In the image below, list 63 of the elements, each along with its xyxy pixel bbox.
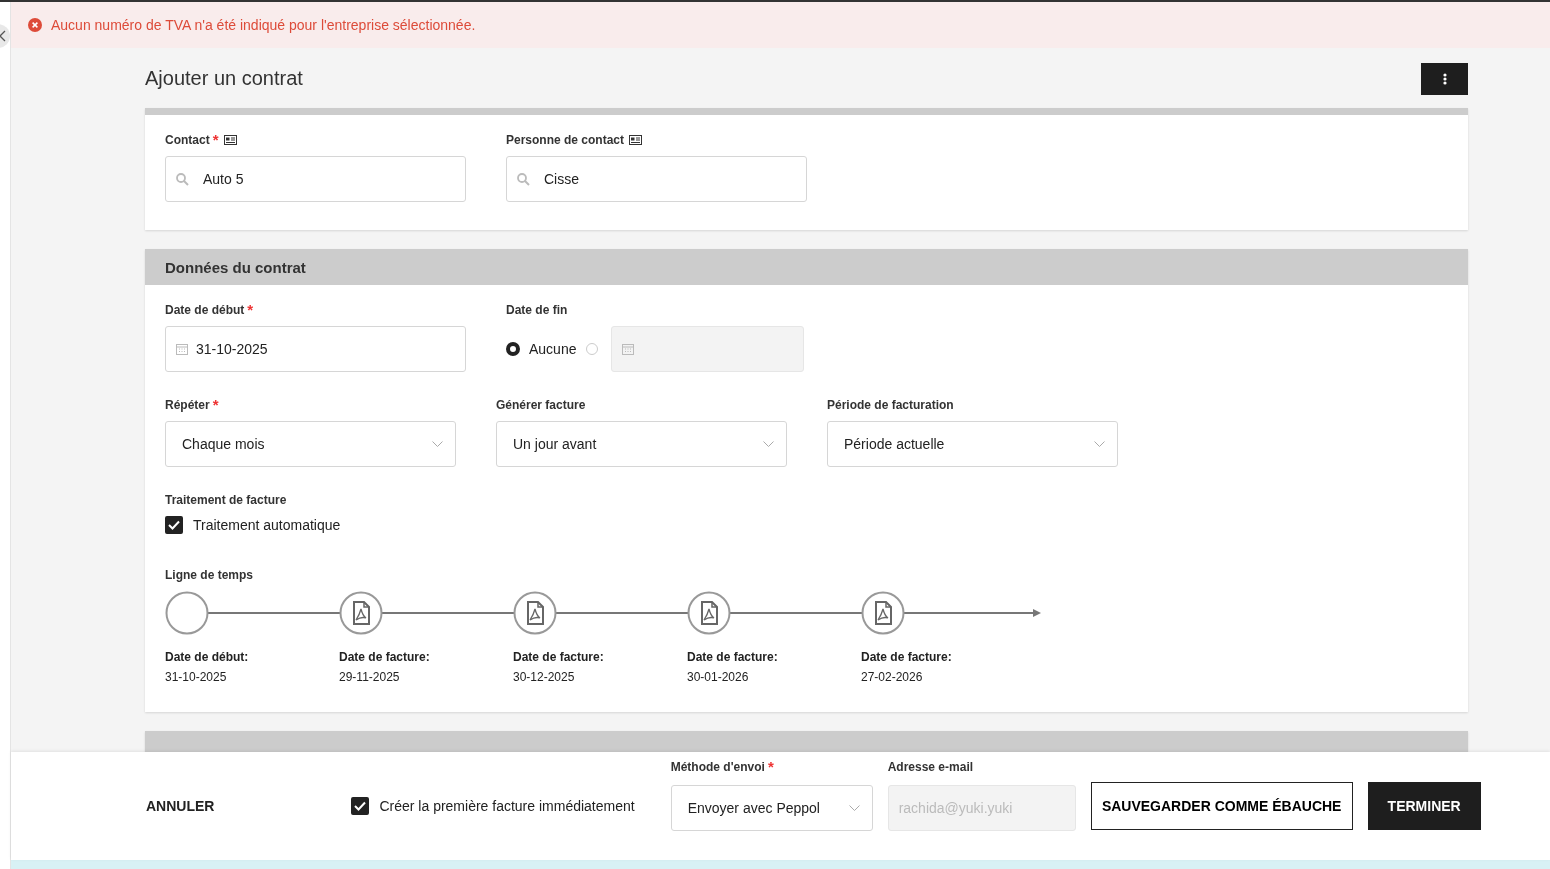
- pdf-document-icon: [339, 591, 383, 635]
- calendar-icon: [622, 343, 635, 355]
- checkbox-label: Traitement automatique: [193, 517, 341, 533]
- field-label: Répéter: [165, 398, 210, 412]
- required-mark: *: [247, 304, 254, 316]
- calendar-icon: [176, 343, 188, 355]
- more-button[interactable]: [1421, 63, 1468, 95]
- event-date: 29-11-2025: [339, 670, 401, 684]
- field-label: Période de facturation: [827, 398, 954, 412]
- timeline-node: [165, 591, 209, 635]
- event-date: 27-02-2026: [861, 670, 924, 684]
- event-label: Date de facture:: [513, 650, 605, 664]
- required-mark: *: [212, 399, 219, 411]
- checkbox[interactable]: [351, 797, 370, 815]
- error-icon: [28, 18, 42, 32]
- checkbox-label: Créer la première facture immédiatement: [379, 798, 635, 814]
- radio-button[interactable]: [506, 342, 520, 356]
- field-label: Ligne de temps: [165, 568, 253, 582]
- radio-label: Aucune: [529, 341, 577, 357]
- field-label: Date de début: [165, 303, 245, 317]
- required-mark: *: [212, 134, 219, 146]
- field-label: Adresse e-mail: [887, 759, 974, 774]
- field-label: Traitement de facture: [165, 493, 287, 507]
- field-label: Contact: [165, 133, 210, 147]
- chevron-down-icon: [848, 804, 860, 811]
- checkbox[interactable]: [165, 516, 183, 534]
- cancel-button[interactable]: ANNULER: [146, 798, 215, 814]
- section-header: Données du contrat: [145, 249, 1468, 285]
- event-label: Date de facture:: [687, 650, 779, 664]
- event-label: Date de facture:: [861, 650, 953, 664]
- field-label: Date de fin: [506, 303, 568, 317]
- save-draft-button[interactable]: SAUVEGARDER COMME ÉBAUCHE: [1090, 782, 1353, 830]
- pdf-document-icon: [513, 591, 557, 635]
- search-icon: [517, 172, 530, 186]
- required-mark: *: [767, 760, 774, 773]
- pdf-document-icon: [861, 591, 905, 635]
- event-label: Date de début:: [165, 650, 250, 664]
- dropdown[interactable]: Période actuelle: [827, 421, 1118, 467]
- search-field[interactable]: Auto 5: [165, 156, 466, 202]
- event-label: Date de facture:: [339, 650, 431, 664]
- finish-button[interactable]: TERMINER: [1367, 782, 1481, 830]
- chevron-down-icon: [432, 441, 443, 447]
- event-date: 31-10-2025: [165, 670, 228, 684]
- chevron-left-icon: [0, 30, 7, 42]
- chevron-down-icon: [1094, 441, 1105, 447]
- event-date: 30-12-2025: [513, 670, 576, 684]
- dropdown[interactable]: Un jour avant: [496, 421, 787, 467]
- pdf-document-icon: [687, 591, 731, 635]
- field-label: Personne de contact: [506, 133, 625, 147]
- date-field[interactable]: 31-10-2025: [165, 326, 466, 372]
- error-message: Aucun numéro de TVA n'a été indiqué pour l'entreprise sélectionnée.: [51, 17, 476, 33]
- field-label: Méthode d'envoi: [670, 759, 765, 774]
- field-label: Générer facture: [496, 398, 586, 412]
- dropdown[interactable]: Envoyer avec Peppol: [670, 784, 873, 831]
- contact-card-icon: [629, 135, 643, 145]
- dropdown[interactable]: Chaque mois: [165, 421, 456, 467]
- chevron-down-icon: [763, 441, 774, 447]
- page-title: Ajouter un contrat: [145, 66, 303, 90]
- more-icon: [1442, 73, 1447, 85]
- search-field[interactable]: Cisse: [506, 156, 807, 202]
- event-date: 30-01-2026: [687, 670, 750, 684]
- contact-card-icon: [223, 135, 237, 145]
- search-icon: [176, 172, 189, 186]
